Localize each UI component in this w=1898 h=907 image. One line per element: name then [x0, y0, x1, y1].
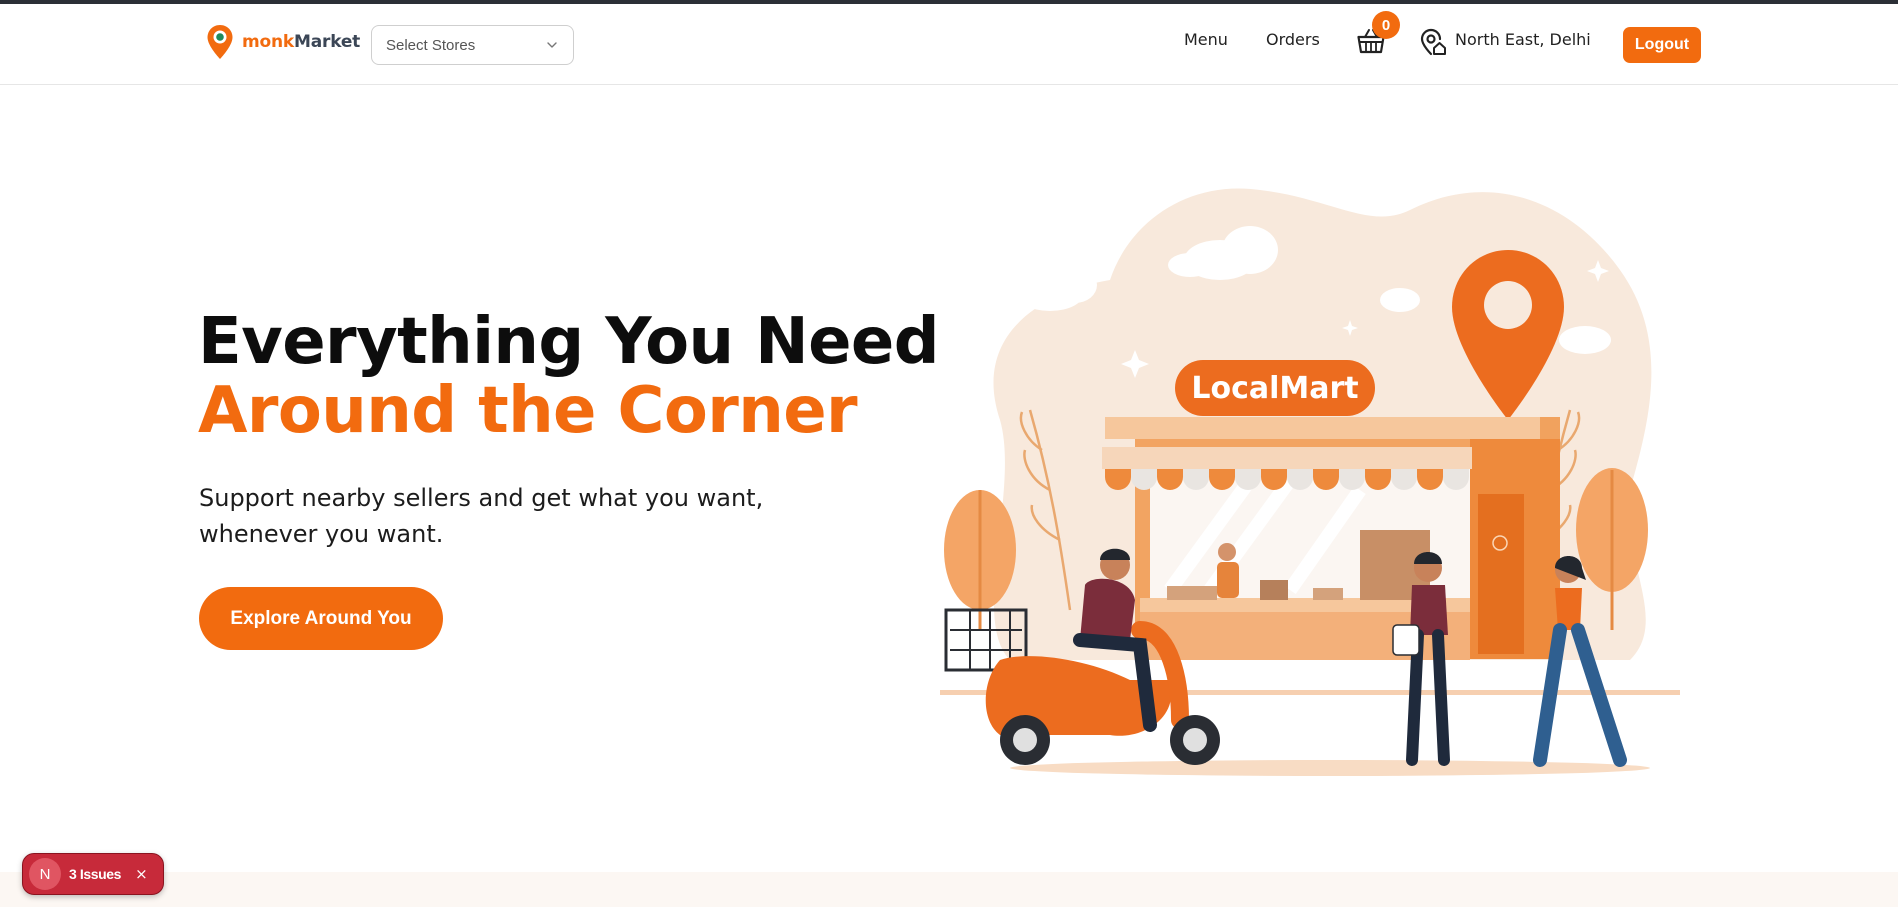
- navbar: monkMarket Select Stores Menu Orders 0 N…: [0, 4, 1898, 85]
- nav-orders-link[interactable]: Orders: [1266, 30, 1320, 49]
- hero-subtitle-line2: whenever you want.: [199, 520, 444, 548]
- hero-title-line1: Everything You Need: [198, 305, 940, 379]
- next-logo-icon: N: [29, 858, 61, 890]
- cart-count-badge: 0: [1372, 11, 1400, 39]
- brand-name-part2: Market: [294, 32, 361, 52]
- localmart-sign: LocalMart: [1175, 360, 1375, 416]
- logout-button[interactable]: Logout: [1623, 27, 1701, 63]
- issues-count-label: 3 Issues: [69, 866, 122, 882]
- store-select-placeholder: Select Stores: [386, 36, 476, 54]
- hero-subtitle: Support nearby sellers and get what you …: [199, 480, 799, 552]
- close-icon[interactable]: ×: [135, 865, 148, 883]
- location-home-icon: [1420, 28, 1446, 56]
- location-text[interactable]: North East, Delhi: [1455, 30, 1591, 49]
- store-select[interactable]: Select Stores: [371, 25, 574, 65]
- brand-logo[interactable]: monkMarket: [206, 24, 360, 60]
- explore-around-you-button[interactable]: Explore Around You: [199, 587, 443, 650]
- nav-menu-link[interactable]: Menu: [1184, 30, 1228, 49]
- issues-badge[interactable]: N 3 Issues ×: [22, 853, 164, 895]
- hero-subtitle-line1: Support nearby sellers and get what you …: [199, 484, 764, 512]
- brand-name: monkMarket: [242, 32, 360, 52]
- next-section-strip: [0, 872, 1898, 907]
- chevron-down-icon: [547, 42, 557, 48]
- shop: [1102, 417, 1560, 660]
- hero-illustration: LocalMart: [940, 188, 1680, 776]
- hero-title-line2: Around the Corner: [198, 374, 858, 448]
- shop-sign-text: LocalMart: [1191, 371, 1358, 406]
- location-pin-logo-icon: [207, 25, 233, 59]
- hero-title: Everything You Need Around the Corner: [198, 305, 940, 448]
- brand-name-part1: monk: [242, 32, 295, 52]
